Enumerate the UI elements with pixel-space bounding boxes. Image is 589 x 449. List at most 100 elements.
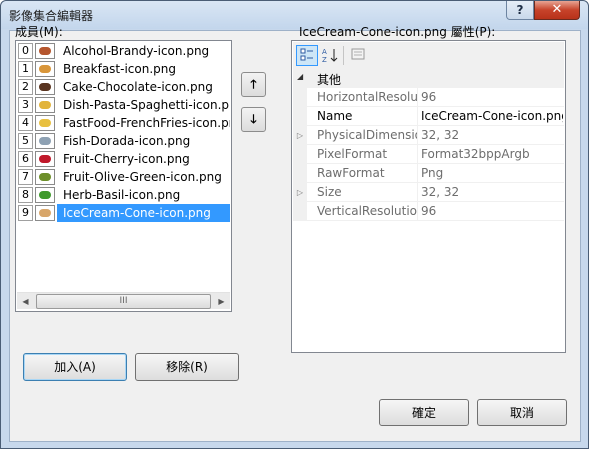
thumbnail-graphic (39, 173, 51, 181)
property-rows: HorizontalResolution 96 Name IceCream-Cone-… (293, 88, 564, 221)
expand-arrow-icon[interactable]: ▷ (293, 126, 307, 145)
row-gutter (293, 145, 307, 164)
collapse-triangle-icon[interactable]: ◢ (297, 72, 303, 81)
add-button[interactable]: 加入(A) (23, 353, 127, 381)
list-item[interactable]: 5 Fish-Dorada-icon.png (17, 132, 230, 150)
row-gutter (293, 202, 307, 221)
list-item[interactable]: 2 Cake-Chocolate-icon.png (17, 78, 230, 96)
property-row[interactable]: ▷ PhysicalDimension 32, 32 (293, 126, 564, 145)
close-button[interactable]: ✕ (534, 1, 580, 20)
move-down-button[interactable]: 🡓 (241, 107, 266, 132)
sort-az-icon: A Z (322, 48, 338, 64)
image-thumbnail-icon (35, 61, 55, 77)
scroll-right-arrow-icon[interactable]: ▶ (213, 293, 230, 310)
thumbnail-graphic (39, 155, 51, 163)
image-thumbnail-icon (35, 79, 55, 95)
ok-button[interactable]: 確定 (379, 399, 469, 426)
thumbnail-graphic (39, 83, 51, 91)
categorized-icon (300, 48, 313, 61)
item-filename: Cake-Chocolate-icon.png (63, 80, 213, 94)
alphabetical-button[interactable]: A Z (319, 45, 341, 66)
image-collection-editor-window: 影像集合編輯器 ? ✕ 成員(M): 0 Alcohol-Brandy-icon.… (0, 0, 589, 449)
image-thumbnail-icon (35, 205, 55, 221)
image-thumbnail-icon (35, 151, 55, 167)
column-divider[interactable] (417, 183, 418, 202)
item-index: 6 (18, 151, 33, 167)
property-row[interactable]: VerticalResolution 96 (293, 202, 564, 221)
category-row[interactable]: ◢ 其他 (293, 69, 564, 88)
row-gutter (293, 107, 307, 126)
column-divider[interactable] (417, 164, 418, 183)
property-row[interactable]: HorizontalResolution 96 (293, 88, 564, 107)
property-grid-body: ◢ 其他 HorizontalResolution 96 Name IceCream-… (293, 69, 564, 221)
property-name: VerticalResolution (317, 204, 417, 218)
list-item[interactable]: 7 Fruit-Olive-Green-icon.png (17, 168, 230, 186)
item-index: 1 (18, 61, 33, 77)
column-divider[interactable] (417, 88, 418, 107)
horizontal-scrollbar[interactable]: ◀ III ▶ (17, 292, 230, 309)
property-name: HorizontalResolution (317, 90, 417, 104)
property-pages-button[interactable] (347, 45, 369, 66)
item-filename: Alcohol-Brandy-icon.png (63, 44, 210, 58)
image-thumbnail-icon (35, 97, 55, 113)
item-index: 0 (18, 43, 33, 59)
list-item[interactable]: 4 FastFood-FrenchFries-icon.png (17, 114, 230, 132)
toolbar-separator (343, 46, 344, 65)
property-row[interactable]: RawFormat Png (293, 164, 564, 183)
cancel-button[interactable]: 取消 (477, 399, 567, 426)
list-item[interactable]: 6 Fruit-Cherry-icon.png (17, 150, 230, 168)
list-item[interactable]: 9 IceCream-Cone-icon.png (17, 204, 230, 222)
property-value: 96 (421, 204, 437, 218)
svg-text:A: A (322, 48, 327, 56)
remove-button[interactable]: 移除(R) (135, 353, 239, 381)
column-divider[interactable] (417, 126, 418, 145)
item-filename: Herb-Basil-icon.png (63, 188, 181, 202)
list-item[interactable]: 1 Breakfast-icon.png (17, 60, 230, 78)
column-divider[interactable] (417, 107, 418, 126)
members-list-items: 0 Alcohol-Brandy-icon.png 1 Breakfast-icon.… (17, 42, 230, 292)
item-index: 3 (18, 97, 33, 113)
svg-text:Z: Z (322, 56, 327, 63)
item-filename: FastFood-FrenchFries-icon.png (63, 116, 230, 130)
scroll-thumb[interactable]: III (36, 294, 211, 309)
property-value[interactable]: IceCream-Cone-icon.png (421, 109, 563, 123)
property-row[interactable]: Name IceCream-Cone-icon.png (293, 107, 564, 126)
help-button[interactable]: ? (506, 1, 534, 20)
thumbnail-graphic (39, 137, 51, 145)
property-name: RawFormat (317, 166, 385, 180)
item-filename: Fruit-Cherry-icon.png (63, 152, 190, 166)
list-item[interactable]: 0 Alcohol-Brandy-icon.png (17, 42, 230, 60)
up-arrow-icon: 🡑 (250, 77, 257, 91)
row-gutter (293, 88, 307, 107)
item-filename: Fruit-Olive-Green-icon.png (63, 170, 222, 184)
list-item[interactable]: 8 Herb-Basil-icon.png (17, 186, 230, 204)
column-divider[interactable] (417, 202, 418, 221)
property-value: Png (421, 166, 444, 180)
thumbnail-graphic (39, 47, 51, 55)
image-thumbnail-icon (35, 115, 55, 131)
thumbnail-graphic (39, 119, 51, 127)
thumbnail-graphic (39, 209, 51, 217)
expand-arrow-icon[interactable]: ▷ (293, 183, 307, 202)
row-gutter (293, 164, 307, 183)
item-index: 2 (18, 79, 33, 95)
window-title: 影像集合編輯器 (9, 9, 94, 23)
item-index: 5 (18, 133, 33, 149)
scroll-grip: III (119, 296, 128, 306)
thumbnail-graphic (39, 101, 51, 109)
scroll-left-arrow-icon[interactable]: ◀ (17, 293, 34, 310)
move-up-button[interactable]: 🡑 (241, 72, 266, 97)
item-filename: Breakfast-icon.png (63, 62, 176, 76)
list-item[interactable]: 3 Dish-Pasta-Spaghetti-icon.png (17, 96, 230, 114)
property-pages-icon (351, 48, 365, 60)
column-divider[interactable] (417, 145, 418, 164)
property-row[interactable]: PixelFormat Format32bppArgb (293, 145, 564, 164)
item-filename: IceCream-Cone-icon.png (63, 206, 211, 220)
categorized-button[interactable] (296, 45, 318, 66)
image-thumbnail-icon (35, 169, 55, 185)
property-row[interactable]: ▷ Size 32, 32 (293, 183, 564, 202)
title-bar[interactable]: 影像集合編輯器 (1, 1, 588, 29)
image-thumbnail-icon (35, 133, 55, 149)
members-list[interactable]: 0 Alcohol-Brandy-icon.png 1 Breakfast-icon.… (15, 40, 232, 312)
property-value: 96 (421, 90, 437, 104)
